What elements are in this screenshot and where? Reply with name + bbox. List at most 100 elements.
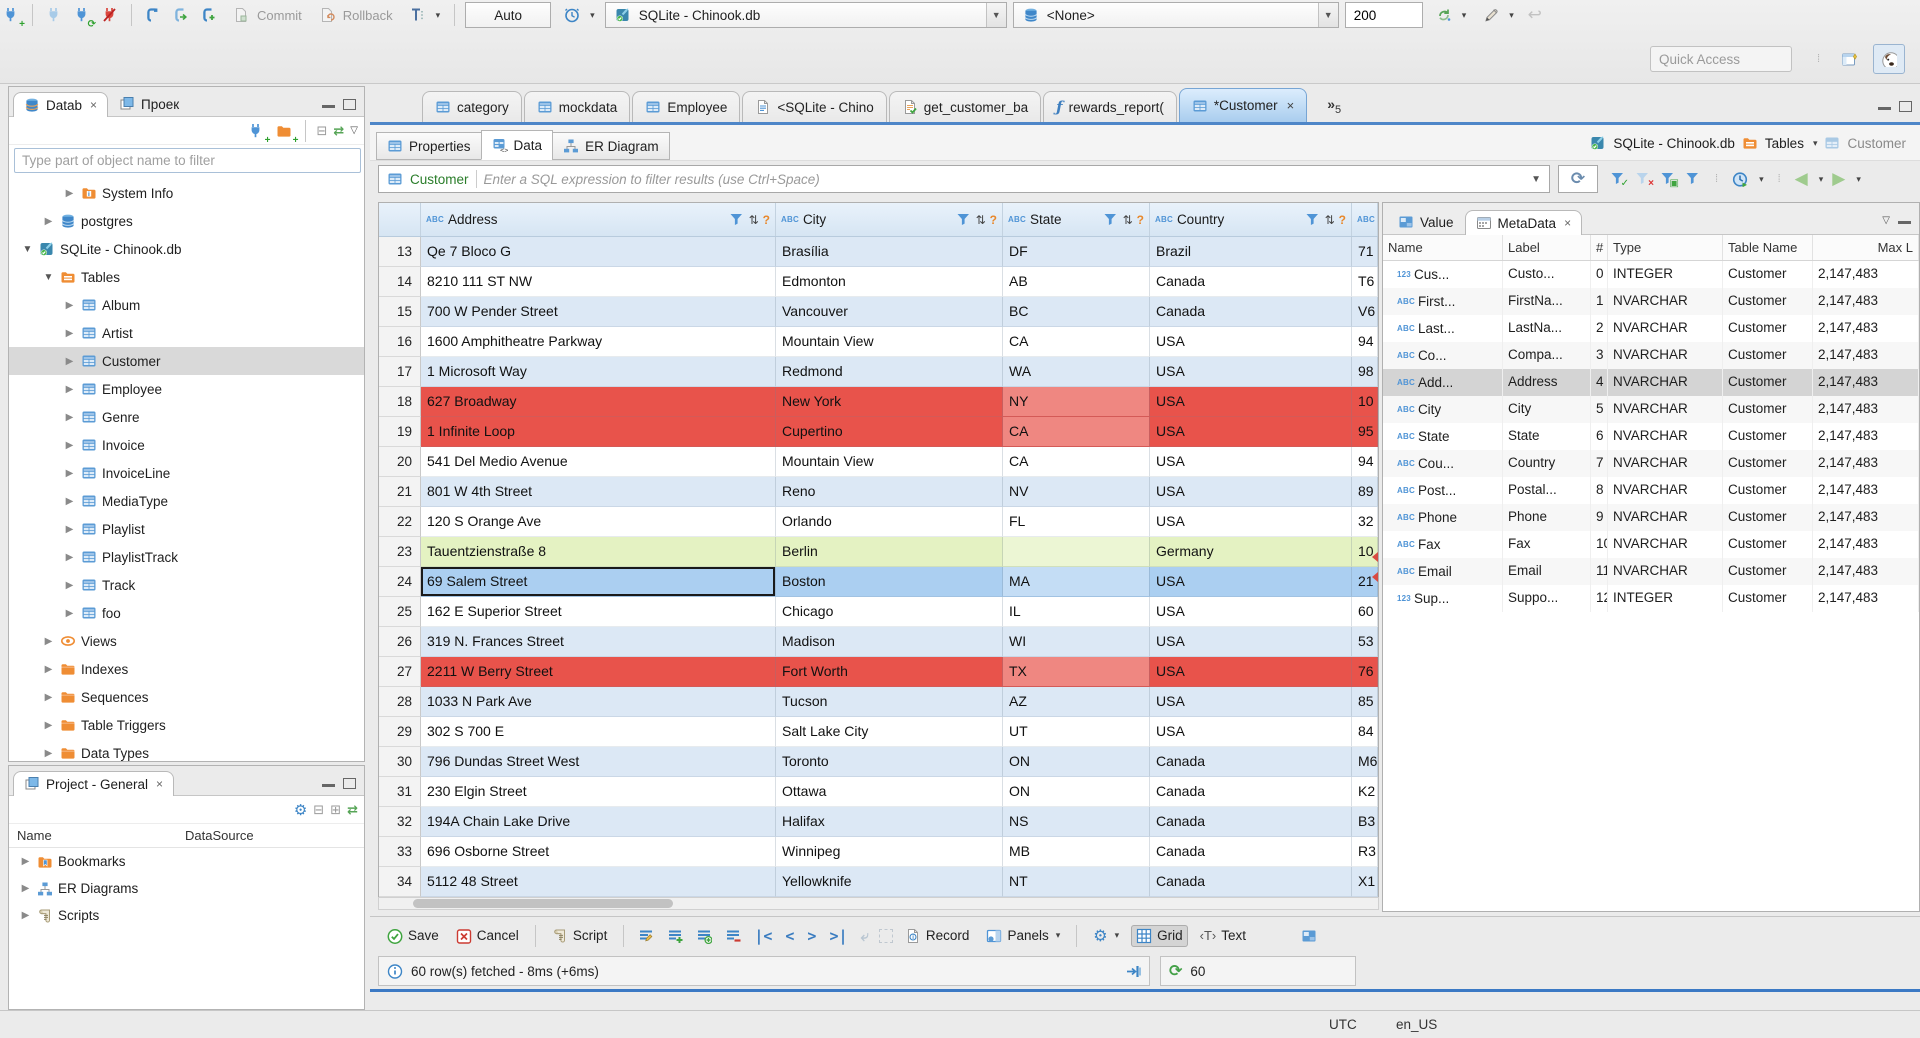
table-row[interactable]: 14 8210 111 ST NW Edmonton AB Canada T6 (379, 267, 1378, 297)
grid-cell[interactable]: M6 (1352, 747, 1378, 777)
grid-cell[interactable]: 94 (1352, 327, 1378, 357)
meta-cell-type[interactable]: NVARCHAR (1608, 504, 1723, 531)
grid-cell[interactable]: 796 Dundas Street West (421, 747, 776, 777)
metadata-row[interactable]: ABCFaxFax10NVARCHARCustomer2,147,483 (1383, 531, 1919, 558)
project-item-bookmarks[interactable]: ▶ Bookmarks (9, 848, 364, 875)
grid-cell[interactable]: USA (1150, 597, 1352, 627)
meta-cell-name[interactable]: ABC City (1383, 396, 1503, 423)
meta-cell-num[interactable]: 9 (1591, 504, 1608, 531)
delete-row-icon[interactable] (722, 923, 744, 949)
subtab-er-diagram[interactable]: ER Diagram (552, 132, 670, 160)
metadata-row[interactable]: 123Sup...Suppo...12INTEGERCustomer2,147,… (1383, 585, 1919, 612)
filter-funnel-icon[interactable] (1305, 212, 1321, 228)
grid-cell[interactable]: 2211 W Berry Street (421, 657, 776, 687)
grid-cell[interactable]: 120 S Orange Ave (421, 507, 776, 537)
meta-cell-table[interactable]: Customer (1723, 261, 1813, 288)
meta-cell-max[interactable]: 2,147,483 (1813, 261, 1919, 288)
grid-cell[interactable]: Toronto (776, 747, 1003, 777)
meta-cell-type[interactable]: INTEGER (1608, 585, 1723, 612)
breadcrumb-connection[interactable]: SQLite - Chinook.db (1613, 136, 1735, 151)
expand-arrow-icon[interactable]: ▶ (19, 910, 32, 921)
link-with-editor-icon[interactable]: ⇄ (347, 802, 358, 818)
meta-cell-label[interactable]: Country (1503, 450, 1591, 477)
editor-tab-customer[interactable]: *Customer × (1178, 88, 1308, 122)
expand-arrow-icon[interactable]: ▶ (42, 748, 55, 759)
go-to-row-icon[interactable]: ⤶ (858, 927, 872, 945)
filter-funnel-icon[interactable] (729, 212, 745, 228)
meta-cell-num[interactable]: 2 (1591, 315, 1608, 342)
sort-icon[interactable]: ⇅ (1123, 213, 1133, 227)
grid-cell[interactable]: Canada (1150, 867, 1352, 897)
reconnect-icon[interactable]: ⟳ (71, 2, 96, 30)
tree-item-playlisttrack[interactable]: ▶ PlaylistTrack (9, 543, 364, 571)
project-item-scripts[interactable]: ▶ Scripts (9, 902, 364, 929)
minimize-icon[interactable] (322, 99, 335, 108)
tree-item-system-info[interactable]: ▶ i System Info (9, 179, 364, 207)
meta-cell-max[interactable]: 2,147,483 (1813, 369, 1919, 396)
table-row[interactable]: 24 69 Salem Street Boston MA USA 21 (379, 567, 1378, 597)
meta-cell-table[interactable]: Customer (1723, 450, 1813, 477)
tree-item-sqlite-chinook-db[interactable]: ▼ SQLite - Chinook.db (9, 235, 364, 263)
grid-cell[interactable]: NV (1003, 477, 1150, 507)
grid-cell[interactable]: NS (1003, 807, 1150, 837)
meta-cell-table[interactable]: Customer (1723, 531, 1813, 558)
meta-cell-label[interactable]: City (1503, 396, 1591, 423)
close-icon[interactable]: × (1564, 216, 1571, 230)
sync-data-button[interactable]: ▾ (1429, 2, 1471, 28)
table-row[interactable]: 20 541 Del Medio Avenue Mountain View CA USA… (379, 447, 1378, 477)
column-header-name[interactable]: Name (9, 828, 185, 843)
grid-cell[interactable]: 319 N. Frances Street (421, 627, 776, 657)
tab-metadata[interactable]: MetaData × (1464, 210, 1583, 235)
grid-cell[interactable]: NY (1003, 387, 1150, 417)
meta-cell-name[interactable]: ABC Email (1383, 558, 1503, 585)
table-row[interactable]: 16 1600 Amphitheatre Parkway Mountain View… (379, 327, 1378, 357)
grid-cell[interactable]: Brasília (776, 237, 1003, 267)
editor-tab-mockdata[interactable]: mockdata (523, 91, 631, 122)
pencil-tools-button[interactable]: ▾ (1476, 2, 1518, 28)
grid-cell[interactable]: V6 (1352, 297, 1378, 327)
grid-cell[interactable]: Qe 7 Bloco G (421, 237, 776, 267)
panels-button[interactable]: Panels ▾ (981, 925, 1065, 947)
fetch-size-box[interactable]: ⟳ 60 (1160, 956, 1356, 986)
row-number[interactable]: 15 (379, 297, 421, 327)
row-number[interactable]: 16 (379, 327, 421, 357)
grid-cell[interactable]: 60 (1352, 597, 1378, 627)
meta-cell-type[interactable]: INTEGER (1608, 261, 1723, 288)
metadata-row[interactable]: ABC Post... Postal... 8 NVARCHAR Customer 2,14… (1383, 477, 1919, 504)
meta-cell-name[interactable]: ABC Last... (1383, 315, 1503, 342)
dropdown-arrow-icon[interactable]: ▼ (985, 3, 1006, 27)
meta-cell-name[interactable]: ABC Fax (1383, 531, 1503, 558)
table-row[interactable]: 18 627 Broadway New York NY USA 10 (379, 387, 1378, 417)
row-number[interactable]: 27 (379, 657, 421, 687)
tab-value[interactable]: Value (1387, 209, 1465, 234)
table-row[interactable]: 15 700 W Pender Street Vancouver BC Canada V6 (379, 297, 1378, 327)
meta-cell-table[interactable]: Customer (1723, 342, 1813, 369)
meta-cell-max[interactable]: 2,147,483 (1813, 477, 1919, 504)
record-button[interactable]: i Record (900, 925, 975, 947)
grid-cell[interactable]: 696 Osborne Street (421, 837, 776, 867)
grid-view-button[interactable]: Grid (1131, 924, 1188, 947)
link-with-editor-icon[interactable]: ⇄ (333, 123, 344, 139)
meta-cell-type[interactable]: NVARCHAR (1608, 477, 1723, 504)
grid-cell[interactable]: 89 (1352, 477, 1378, 507)
meta-cell-label[interactable]: Custo... (1503, 261, 1591, 288)
meta-cell-type[interactable]: NVARCHAR (1608, 315, 1723, 342)
expand-arrow-icon[interactable]: ▶ (63, 300, 76, 311)
meta-cell-max[interactable]: 2,147,483 (1813, 450, 1919, 477)
grid-cell[interactable]: K2 (1352, 777, 1378, 807)
meta-cell-name[interactable]: ABC Co... (1383, 342, 1503, 369)
grid-cell[interactable]: USA (1150, 627, 1352, 657)
grid-cell[interactable]: New York (776, 387, 1003, 417)
subtab-data[interactable]: <> Data (480, 130, 554, 160)
meta-cell-max[interactable]: 2,147,483 (1813, 585, 1919, 612)
meta-cell-type[interactable]: NVARCHAR (1608, 369, 1723, 396)
row-number[interactable]: 28 (379, 687, 421, 717)
meta-cell-table[interactable]: Customer (1723, 477, 1813, 504)
expand-arrow-icon[interactable]: ▶ (63, 468, 76, 479)
metadata-row[interactable]: ABC First... FirstNa... 1 NVARCHAR Customer 2,… (1383, 288, 1919, 315)
expand-arrow-icon[interactable]: ▶ (19, 883, 32, 894)
tree-item-views[interactable]: ▶ Views (9, 627, 364, 655)
grid-cell[interactable]: IL (1003, 597, 1150, 627)
editor-tab-rewards-report[interactable]: ƒ rewards_report( (1043, 91, 1177, 122)
grid-cell[interactable]: AZ (1003, 687, 1150, 717)
